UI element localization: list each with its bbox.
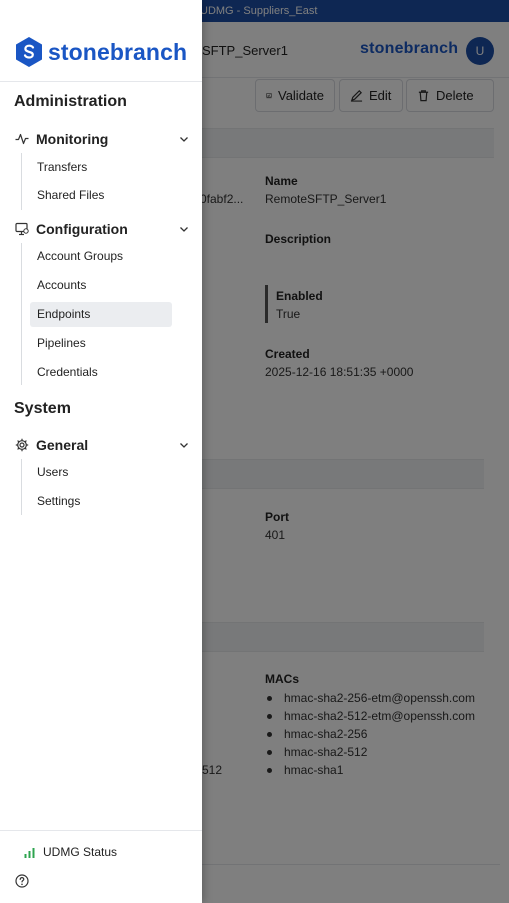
nav-item-transfers[interactable]: Transfers xyxy=(30,155,172,180)
gear-icon xyxy=(14,437,30,453)
nav-tree-line xyxy=(21,153,22,210)
signal-bars-icon xyxy=(24,847,35,858)
monitor-settings-icon xyxy=(14,221,30,237)
stonebranch-logo-icon xyxy=(16,37,42,67)
nav-item-users[interactable]: Users xyxy=(30,460,172,485)
nav-item-accounts[interactable]: Accounts xyxy=(30,273,172,298)
group-title-system: System xyxy=(14,400,71,417)
chevron-down-icon xyxy=(180,227,188,232)
brand-logo[interactable]: stonebranch xyxy=(16,37,187,67)
activity-icon xyxy=(14,131,30,147)
nav-tree-line xyxy=(21,243,22,385)
divider xyxy=(0,830,202,831)
nav-item-pipelines[interactable]: Pipelines xyxy=(30,331,172,356)
nav-section-configuration[interactable]: Configuration xyxy=(14,218,190,240)
nav-section-label: Monitoring xyxy=(36,131,109,147)
udmg-status-label: UDMG Status xyxy=(43,845,118,859)
divider xyxy=(0,81,202,82)
nav-tree-line xyxy=(21,459,22,515)
nav-item-settings[interactable]: Settings xyxy=(30,489,172,514)
nav-item-shared-files[interactable]: Shared Files xyxy=(30,183,172,208)
nav-item-credentials[interactable]: Credentials xyxy=(30,360,172,385)
navigation-drawer: stonebranch Administration Monitoring Tr… xyxy=(0,0,202,903)
help-icon[interactable] xyxy=(15,874,29,888)
nav-section-monitoring[interactable]: Monitoring xyxy=(14,128,190,150)
group-title-administration: Administration xyxy=(14,93,127,110)
nav-item-account-groups[interactable]: Account Groups xyxy=(30,244,172,269)
udmg-status-link[interactable]: UDMG Status xyxy=(24,845,117,859)
nav-item-endpoints[interactable]: Endpoints xyxy=(30,302,172,327)
nav-section-label: Configuration xyxy=(36,221,128,237)
chevron-down-icon xyxy=(180,443,188,448)
brand-text: stonebranch xyxy=(48,38,188,65)
nav-section-label: General xyxy=(36,437,89,453)
nav-section-general[interactable]: General xyxy=(14,434,190,456)
chevron-down-icon xyxy=(180,137,188,142)
